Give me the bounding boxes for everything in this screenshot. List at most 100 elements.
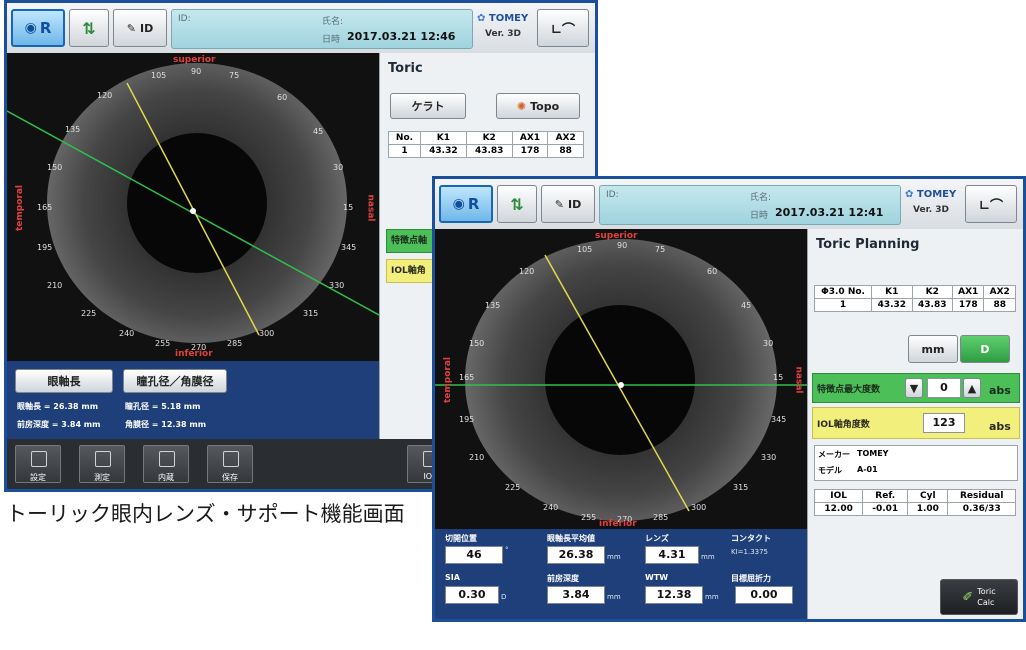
axial-avg-field[interactable]: 26.38 xyxy=(547,546,605,564)
lens-field[interactable]: 4.31 xyxy=(645,546,699,564)
abs-label: abs xyxy=(989,420,1011,433)
degree-label: 300 xyxy=(691,503,707,512)
decrease-button[interactable]: ▼ xyxy=(905,378,923,398)
export-button[interactable]: ⇅ xyxy=(69,9,109,47)
incision-unit: ° xyxy=(505,546,509,554)
superior-label: superior xyxy=(595,231,638,241)
right-eye-button[interactable]: ◉ R xyxy=(439,185,493,223)
eye-image-view[interactable]: 105 90 75 120 60 135 45 150 30 165 15 19… xyxy=(435,229,807,529)
topo-button[interactable]: ✺ Topo xyxy=(496,93,580,119)
axial-avg-label: 眼軸長平均値 xyxy=(547,534,595,543)
pupil-diameter-button[interactable]: 瞳孔径／角膜径 xyxy=(123,369,227,393)
model-value[interactable]: A-01 xyxy=(857,465,878,474)
toric-planning-screen: ◉ R ⇅ ✎ ID ID: 氏名: 日時 2017.03.21 12:41 ✿… xyxy=(432,176,1026,622)
iol-axis-power-row: IOL軸角度数 123 abs xyxy=(812,407,1020,439)
save-button[interactable]: 保存 xyxy=(207,445,253,483)
keratometry-table: Φ3.0 No. K1 K2 AX1 AX2 1 43.32 43.83 178… xyxy=(813,285,1016,312)
wtw-field[interactable]: 12.38 xyxy=(645,586,703,604)
degree-label: 30 xyxy=(763,339,774,348)
degree-label: 105 xyxy=(577,245,593,254)
degree-label: 90 xyxy=(617,241,628,250)
degree-label: 165 xyxy=(37,203,53,212)
table-header-row: No. K1 K2 AX1 AX2 xyxy=(388,131,584,145)
date-label: 日時 xyxy=(322,35,341,45)
triangle-down-icon: ▼ xyxy=(909,381,919,395)
acd-field[interactable]: 3.84 xyxy=(547,586,605,604)
keratometry-table: No. K1 K2 AX1 AX2 1 43.32 43.83 178 88 xyxy=(388,131,584,158)
degree-label: 210 xyxy=(47,281,63,290)
id-label: ID: xyxy=(178,14,191,24)
panel-title: Toric xyxy=(388,61,423,76)
kerato-button[interactable]: ケラト xyxy=(390,93,466,119)
nasal-label: nasal xyxy=(365,194,376,222)
wtw-label: WTW xyxy=(645,573,669,582)
lens-mode-button[interactable]: ∟⌒ xyxy=(537,9,589,47)
acd-value: 前房深度 = 3.84 mm xyxy=(17,420,101,429)
sia-unit: D xyxy=(501,593,507,601)
mm-toggle-button[interactable]: mm xyxy=(908,335,958,363)
increase-button[interactable]: ▲ xyxy=(963,378,981,398)
axial-length-button[interactable]: 眼軸長 xyxy=(15,369,113,393)
print-icon xyxy=(159,451,175,467)
degree-label: 285 xyxy=(653,513,669,522)
toric-calc-button[interactable]: ✐ Toric Calc xyxy=(940,579,1018,615)
d-toggle-button[interactable]: D xyxy=(960,335,1010,363)
print-button[interactable]: 内蔵 xyxy=(143,445,189,483)
eye-image-view[interactable]: 105 90 75 120 60 135 45 150 30 165 15 19… xyxy=(7,53,379,361)
topo-icon: ✺ xyxy=(516,99,527,113)
brand-logo: ✿ TOMEY xyxy=(905,189,957,200)
degree-label: 330 xyxy=(329,281,345,290)
id-label: ID: xyxy=(606,190,619,200)
toric-planning-panel: Toric Planning Φ3.0 No. K1 K2 AX1 AX2 1 … xyxy=(807,229,1023,619)
table-row[interactable]: 12.00 -0.01 1.00 0.36/33 xyxy=(813,502,1016,516)
table-row[interactable]: 1 43.32 43.83 178 88 xyxy=(388,144,584,158)
contact-label: コンタクト xyxy=(731,534,771,543)
sia-label: SIA xyxy=(445,573,460,582)
table-row[interactable]: 1 43.32 43.83 178 88 xyxy=(813,298,1016,312)
lens-mode-button[interactable]: ∟⌒ xyxy=(965,185,1017,223)
degree-label: 300 xyxy=(259,329,275,338)
degree-label: 315 xyxy=(303,309,319,318)
degree-label: 105 xyxy=(151,71,167,80)
incision-field[interactable]: 46 xyxy=(445,546,503,564)
axial-length-value: 眼軸長 = 26.38 mm xyxy=(17,402,99,411)
degree-label: 225 xyxy=(81,309,97,318)
degree-label: 15 xyxy=(773,373,784,382)
brand-logo: ✿ TOMEY xyxy=(477,13,529,24)
date-label: 日時 xyxy=(750,211,769,221)
patient-id-button[interactable]: ✎ ID xyxy=(541,185,595,223)
lens-icon: ∟⌒ xyxy=(979,198,1003,214)
center-point xyxy=(618,382,624,388)
degree-label: 150 xyxy=(469,339,485,348)
degree-label: 345 xyxy=(771,415,787,424)
export-button[interactable]: ⇅ xyxy=(497,185,537,223)
degree-label: 195 xyxy=(459,415,475,424)
maker-value[interactable]: TOMEY xyxy=(857,449,888,458)
top-bar: ◉ R ⇅ ✎ ID ID: 氏名: 日時 2017.03.21 12:46 ✿… xyxy=(7,3,595,54)
patient-id-button[interactable]: ✎ ID xyxy=(113,9,167,47)
temporal-label: temporal xyxy=(443,356,454,404)
degree-label: 150 xyxy=(47,163,63,172)
degree-label: 330 xyxy=(761,453,777,462)
sia-field[interactable]: 0.30 xyxy=(445,586,499,604)
inferior-label: inferior xyxy=(599,519,637,529)
target-refraction-field[interactable]: 0.00 xyxy=(735,586,793,604)
iol-axis-value-field[interactable]: 123 xyxy=(923,413,965,433)
top-bar: ◉ R ⇅ ✎ ID ID: 氏名: 日時 2017.03.21 12:41 ✿… xyxy=(435,179,1023,230)
patient-info-panel: ID: 氏名: 日時 2017.03.21 12:46 xyxy=(171,9,473,49)
degree-label: 210 xyxy=(469,453,485,462)
datetime: 2017.03.21 12:46 xyxy=(347,30,456,43)
right-eye-button[interactable]: ◉ R xyxy=(11,9,65,47)
table-header-row: IOL Ref. Cyl Residual xyxy=(813,489,1016,503)
target-refraction-label: 目標屈折力 xyxy=(731,574,771,583)
caption: トーリック眼内レンズ・サポート機能画面 xyxy=(6,502,405,526)
degree-label: 165 xyxy=(459,373,475,382)
measure-button[interactable]: 測定 xyxy=(79,445,125,483)
settings-button[interactable]: 設定 xyxy=(15,445,61,483)
axial-avg-unit: mm xyxy=(607,553,621,561)
brand-icon: ✿ xyxy=(905,189,914,200)
name-label: 氏名: xyxy=(750,193,772,203)
nasal-label: nasal xyxy=(793,366,804,394)
incision-label: 切開位置 xyxy=(445,534,477,543)
reference-value-field[interactable]: 0 xyxy=(927,378,961,398)
